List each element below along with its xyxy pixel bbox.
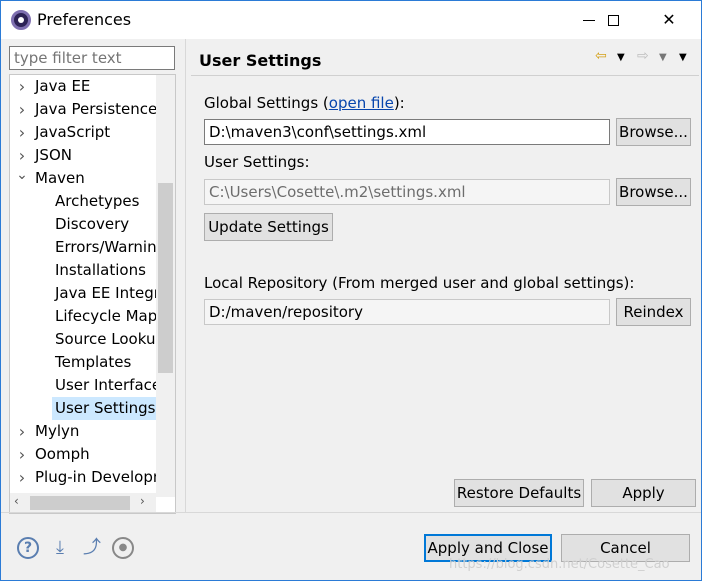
close-icon: ✕ <box>662 10 676 29</box>
tree-item[interactable]: › JSON <box>10 144 156 167</box>
eclipse-icon <box>11 10 31 30</box>
view-menu-chevron-down-icon[interactable]: ▼ <box>679 52 687 63</box>
global-settings-label: Global Settings (open file): <box>204 94 405 112</box>
tree-item[interactable]: Discovery <box>10 213 156 236</box>
tree-item[interactable]: User Settings <box>10 397 156 420</box>
local-repository-input: D:/maven/repository <box>204 299 610 325</box>
user-settings-input[interactable]: C:\Users\Cosette\.m2\settings.xml <box>204 179 610 205</box>
tree-item-label: JavaScript <box>35 123 111 141</box>
tree-item-label: Archetypes <box>55 192 140 210</box>
tree-item-label: Java Persistence <box>35 100 156 118</box>
window-title: Preferences <box>37 10 132 29</box>
tree-item[interactable]: › Plug-in Development <box>10 466 156 489</box>
chevron-right-icon[interactable]: › <box>16 98 28 121</box>
tree-item[interactable]: Errors/Warnings <box>10 236 156 259</box>
tree-item-label: Java EE <box>35 77 91 95</box>
tree-item-label: Installations <box>55 261 146 279</box>
tree-item[interactable]: ⌄ Maven <box>10 167 156 190</box>
tree-item[interactable]: Installations <box>10 259 156 282</box>
tree-horizontal-scroll-thumb[interactable] <box>30 496 130 510</box>
chevron-down-icon[interactable]: ⌄ <box>16 167 28 190</box>
restore-defaults-button[interactable]: Restore Defaults <box>454 479 584 507</box>
preferences-window: Preferences ✕ › Plug-in Development › Oomph… <box>0 0 702 581</box>
header-separator <box>191 75 699 76</box>
help-icon[interactable]: ? <box>17 537 39 559</box>
tree-horizontal-scrollbar[interactable]: ‹ › <box>10 493 156 513</box>
tree-item-label: Lifecycle Mappings <box>55 307 156 325</box>
browse-global-button[interactable]: Browse... <box>616 118 691 146</box>
open-file-link[interactable]: open file <box>329 94 394 112</box>
history-navigation: ⇦ ▼ ⇨ ▼ ▼ <box>591 48 691 68</box>
tree-item[interactable]: Lifecycle Mappings <box>10 305 156 328</box>
tree-item-label: Plug-in Development <box>35 468 156 486</box>
tree-vertical-scrollbar[interactable]: ⌄ <box>156 75 175 497</box>
tree-item-label: JSON <box>35 146 72 164</box>
chevron-right-icon[interactable]: › <box>16 420 28 443</box>
record-icon[interactable]: ● <box>112 537 134 559</box>
tree-item[interactable]: › Mylyn <box>10 420 156 443</box>
scroll-left-icon[interactable]: ‹ <box>14 494 19 508</box>
scroll-right-icon[interactable]: › <box>140 494 145 508</box>
apply-button[interactable]: Apply <box>591 479 696 507</box>
forward-arrow-icon[interactable]: ⇨ <box>637 48 649 64</box>
tree-item[interactable]: Archetypes <box>10 190 156 213</box>
forward-menu-chevron-down-icon[interactable]: ▼ <box>659 52 667 63</box>
chevron-right-icon[interactable]: › <box>16 121 28 144</box>
local-repository-label: Local Repository (From merged user and g… <box>204 274 635 292</box>
tree-item[interactable]: Source Lookup <box>10 328 156 351</box>
tree-item-label: Java EE Integration <box>55 284 156 302</box>
chevron-right-icon[interactable]: › <box>16 75 28 98</box>
tree-item-label: Errors/Warnings <box>55 238 156 256</box>
preference-tree: › Plug-in Development › Oomph › Mylyn User Set… <box>9 74 176 514</box>
global-settings-input[interactable]: D:\maven3\conf\settings.xml <box>204 119 610 145</box>
tree-item-label: Mylyn <box>35 422 80 440</box>
filter-input[interactable] <box>9 46 175 70</box>
maximize-button[interactable] <box>591 1 635 39</box>
tree-item[interactable]: Java EE Integration <box>10 282 156 305</box>
page-title: User Settings <box>199 51 322 70</box>
browse-user-button[interactable]: Browse... <box>616 178 691 206</box>
footer-separator <box>1 512 701 513</box>
import-icon[interactable]: ⤓ <box>49 537 71 559</box>
tree-item-label: Source Lookup <box>55 330 156 348</box>
chevron-right-icon[interactable]: › <box>16 466 28 489</box>
global-settings-label-text: Global Settings ( <box>204 94 329 112</box>
tree-item-label: Templates <box>55 353 132 371</box>
tree-item-label: User Interface <box>55 376 156 394</box>
close-button[interactable]: ✕ <box>647 1 691 39</box>
user-settings-label: User Settings: <box>204 153 310 171</box>
maximize-icon <box>607 15 619 26</box>
tree-item[interactable]: Templates <box>10 351 156 374</box>
tree-item-label: Oomph <box>35 445 90 463</box>
tree-item-label: User Settings <box>52 397 156 420</box>
tree-item-label: Discovery <box>55 215 130 233</box>
tree-item[interactable]: › JavaScript <box>10 121 156 144</box>
tree-item-label: Maven <box>35 169 85 187</box>
chevron-right-icon[interactable]: › <box>16 443 28 466</box>
back-arrow-icon[interactable]: ⇦ <box>595 48 607 64</box>
chevron-right-icon[interactable]: › <box>16 144 28 167</box>
global-settings-label-suffix: ): <box>393 94 405 112</box>
update-settings-button[interactable]: Update Settings <box>204 213 333 241</box>
watermark: https://blog.csdn.net/Cosette_Cao <box>449 557 670 572</box>
title-bar: Preferences ✕ <box>1 1 701 39</box>
back-menu-chevron-down-icon[interactable]: ▼ <box>617 52 625 63</box>
tree-item[interactable]: › Oomph <box>10 443 156 466</box>
panel-divider[interactable] <box>185 39 186 513</box>
tree-item[interactable]: User Interface <box>10 374 156 397</box>
export-icon[interactable]: ⤴ <box>81 537 103 559</box>
tree-vertical-scroll-thumb[interactable] <box>158 183 173 373</box>
tree-item[interactable]: › Java EE <box>10 75 156 98</box>
reindex-button[interactable]: Reindex <box>616 298 691 326</box>
tree-item[interactable]: › Java Persistence <box>10 98 156 121</box>
